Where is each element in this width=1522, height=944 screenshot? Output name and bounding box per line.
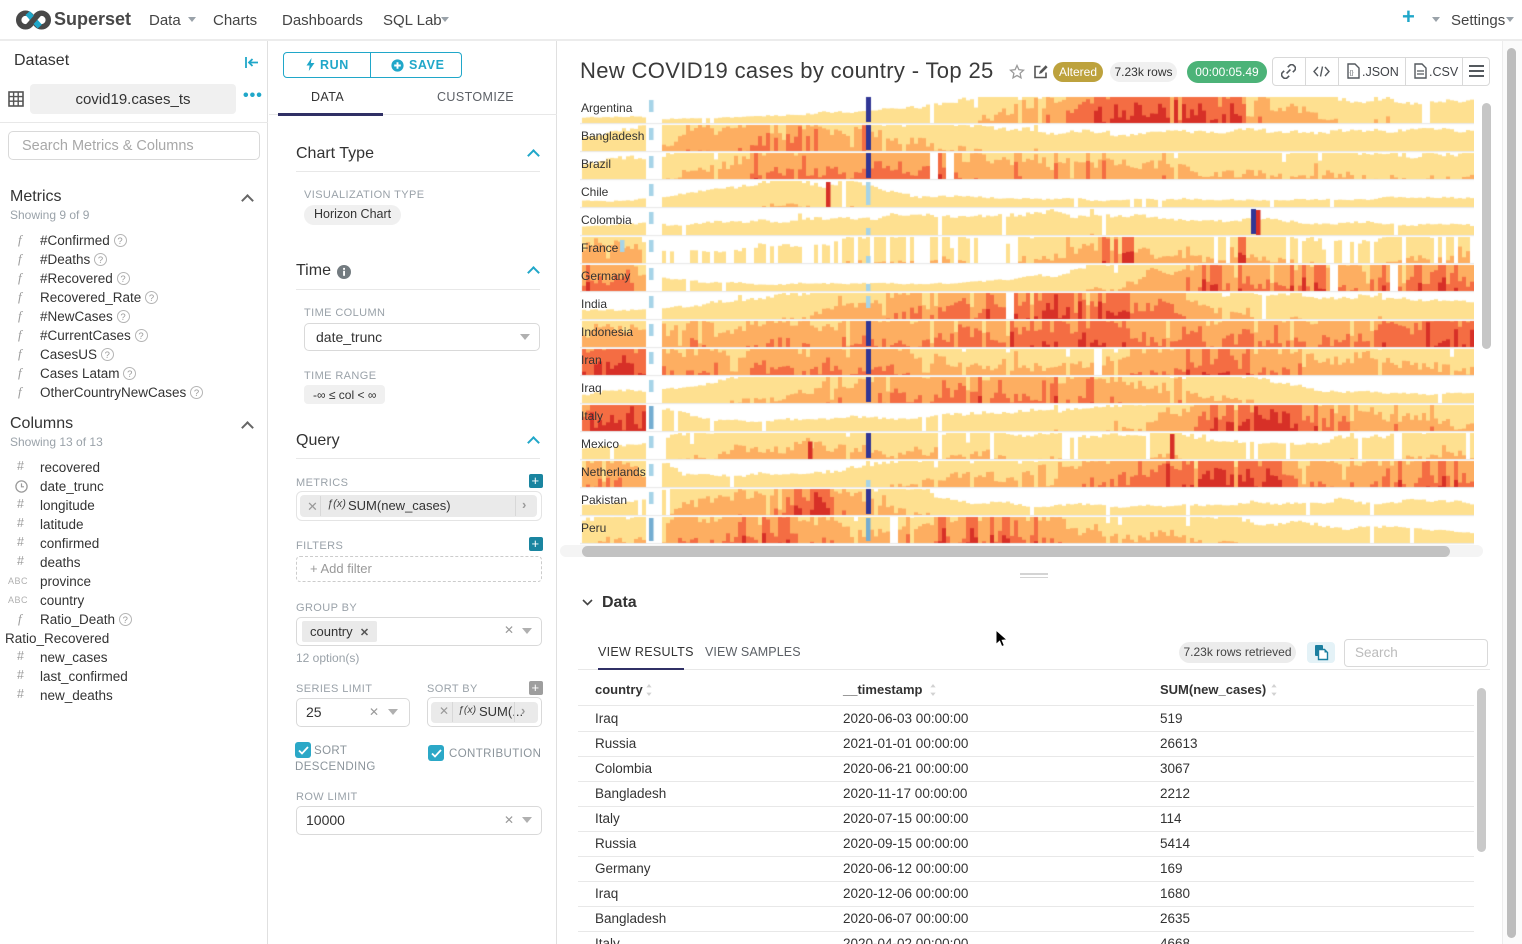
svg-text:{}: {} — [1350, 71, 1354, 77]
